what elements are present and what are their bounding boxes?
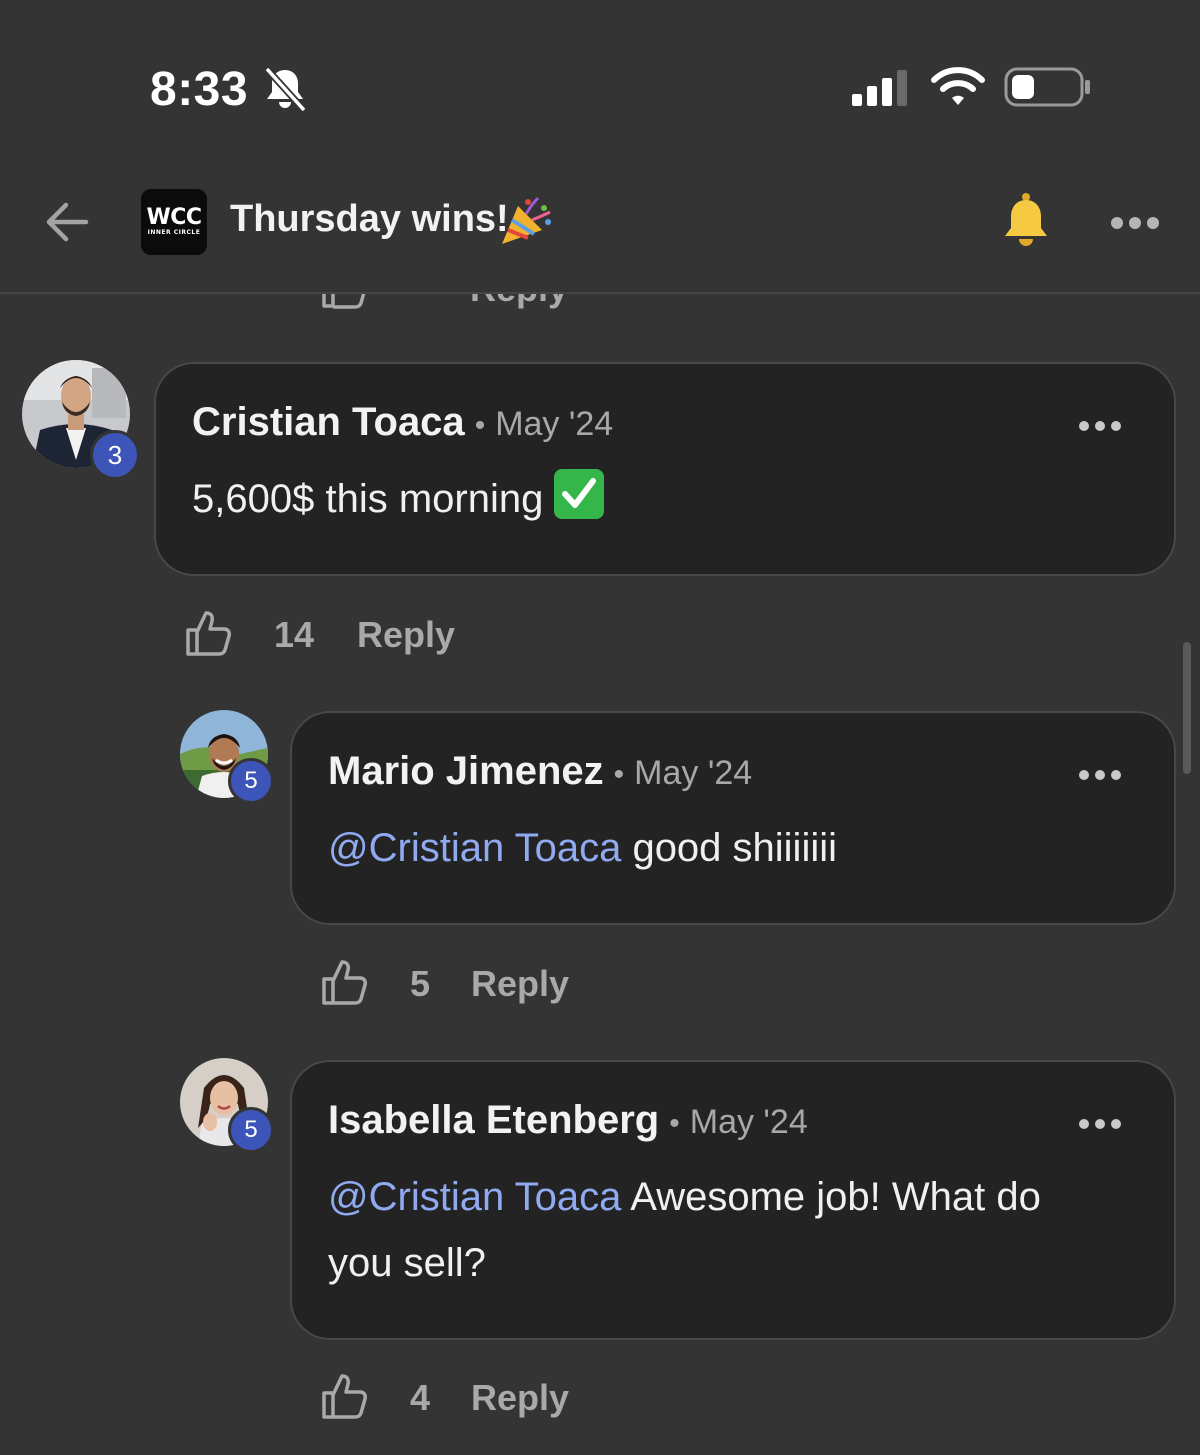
bell-icon[interactable] — [1002, 192, 1050, 250]
party-popper-icon — [502, 196, 551, 244]
like-count: 14 — [274, 614, 315, 655]
mention-link[interactable]: @Cristian Toaca — [328, 826, 621, 870]
meta-separator: • — [613, 758, 625, 791]
author-name[interactable]: Mario Jimenez — [328, 749, 604, 794]
thumbs-up-icon[interactable] — [184, 608, 234, 658]
back-arrow-icon[interactable] — [42, 198, 92, 246]
comment-date: May '24 — [634, 754, 753, 792]
comment-meta: Isabella Etenberg • May '24 — [328, 1098, 808, 1143]
thumbs-up-icon[interactable] — [320, 957, 370, 1007]
author-name[interactable]: Isabella Etenberg — [328, 1098, 659, 1143]
previous-reply-row-cutoff: Reply — [0, 294, 1200, 310]
comment-date: May '24 — [689, 1103, 808, 1141]
group-logo[interactable]: WCC INNER CIRCLE — [141, 189, 207, 255]
comment-text: @Cristian Toaca Awesome job! What do you… — [328, 1164, 1148, 1296]
scrollbar[interactable] — [1183, 642, 1191, 774]
more-icon[interactable] — [1078, 1117, 1122, 1131]
comment-text-content: 5,600$ this morning — [192, 477, 544, 521]
signal-icon — [852, 70, 907, 106]
comment-text: 5,600$ this morning — [192, 466, 605, 532]
comment-text-content: good shiiiiiii — [621, 826, 837, 870]
comment-text-line2: you sell? — [328, 1241, 486, 1285]
reply-link[interactable]: Reply — [471, 1377, 569, 1419]
battery-icon — [1004, 67, 1090, 107]
comment-date: May '24 — [495, 405, 614, 443]
bell-off-icon — [264, 66, 307, 112]
page-title: Thursday wins! — [230, 198, 509, 240]
meta-separator: • — [669, 1107, 680, 1140]
logo-subtext: INNER CIRCLE — [147, 229, 201, 236]
logo-text: WCC — [146, 205, 202, 230]
meta-separator: • — [474, 409, 486, 442]
author-name[interactable]: Cristian Toaca — [192, 400, 465, 445]
like-count: 5 — [410, 963, 431, 1004]
level-badge: 5 — [228, 1107, 274, 1153]
comment-meta: Mario Jimenez • May '24 — [328, 749, 752, 794]
wifi-icon — [931, 67, 985, 105]
reply-link[interactable]: Reply — [470, 294, 568, 310]
comment-meta: Cristian Toaca • May '24 — [192, 400, 613, 445]
reply-link[interactable]: Reply — [357, 614, 455, 656]
comment-text-line1: Awesome job! What do — [621, 1175, 1041, 1219]
level-badge: 3 — [90, 430, 140, 480]
comment-text: @Cristian Toaca good shiiiiiii — [328, 815, 837, 881]
reply-link[interactable]: Reply — [471, 963, 569, 1005]
mention-link[interactable]: @Cristian Toaca — [328, 1175, 621, 1219]
thumbs-up-icon — [322, 294, 366, 309]
status-time: 8:33 — [150, 63, 249, 116]
more-icon[interactable] — [1110, 214, 1160, 232]
thumbs-up-icon[interactable] — [320, 1371, 370, 1421]
more-icon[interactable] — [1078, 768, 1122, 782]
level-badge: 5 — [228, 758, 274, 804]
like-count: 4 — [410, 1377, 431, 1418]
more-icon[interactable] — [1078, 419, 1122, 433]
check-mark-icon — [554, 469, 605, 519]
